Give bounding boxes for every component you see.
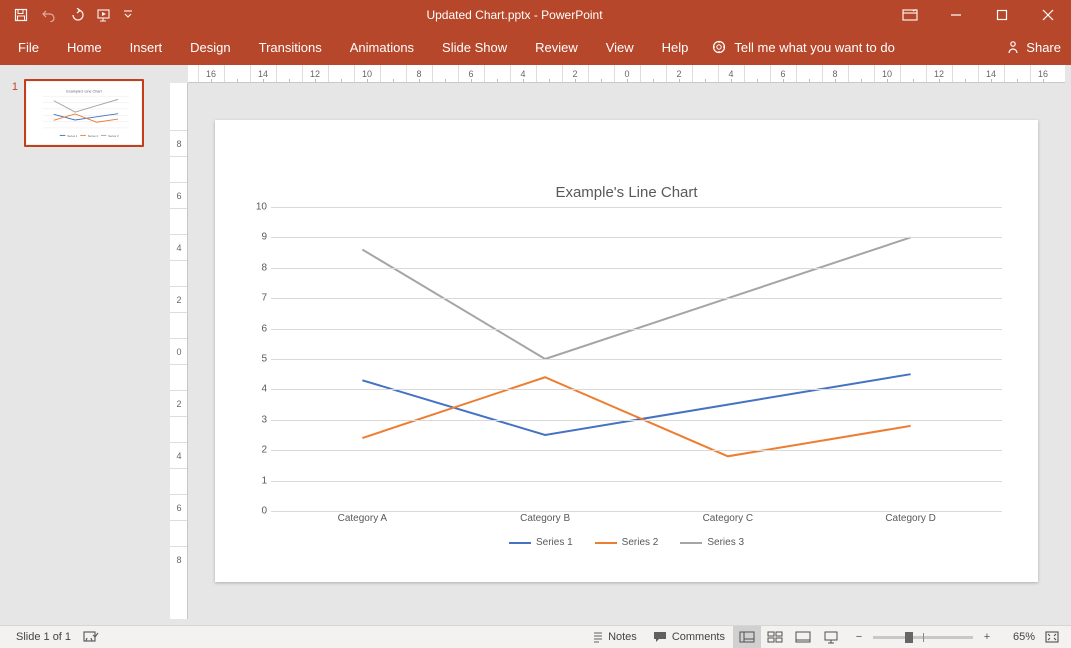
ribbon-tab-insert[interactable]: Insert xyxy=(116,29,177,65)
fit-to-window-button[interactable] xyxy=(1041,626,1063,648)
ribbon-tab-file[interactable]: File xyxy=(4,29,53,65)
svg-text:Example's Line Chart: Example's Line Chart xyxy=(66,89,101,93)
maximize-button[interactable] xyxy=(979,0,1025,29)
customize-qat-button[interactable] xyxy=(120,3,136,27)
legend-item: Series 1 xyxy=(509,537,573,548)
start-from-beginning-button[interactable] xyxy=(92,3,118,27)
y-tick-label: 4 xyxy=(261,384,267,395)
notes-button[interactable]: Notes xyxy=(585,626,645,648)
ribbon-tab-view[interactable]: View xyxy=(592,29,648,65)
thumbnail-number: 1 xyxy=(8,79,18,147)
ribbon-tab-animations[interactable]: Animations xyxy=(336,29,428,65)
comments-button[interactable]: Comments xyxy=(645,626,733,648)
svg-text:Series 3: Series 3 xyxy=(108,134,119,138)
legend-label: Series 1 xyxy=(536,537,573,548)
x-tick-label: Category B xyxy=(454,511,637,533)
legend-swatch xyxy=(509,542,531,544)
workspace: 1 Example's Line ChartSeries 1Series 2Se… xyxy=(0,65,1071,625)
x-tick-label: Category D xyxy=(819,511,1002,533)
svg-text:Series 1: Series 1 xyxy=(67,134,78,138)
y-tick-label: 1 xyxy=(261,475,267,486)
normal-view-button[interactable] xyxy=(733,626,761,648)
status-bar: Slide 1 of 1 Notes Comments − + 65% xyxy=(0,625,1071,648)
vertical-ruler: 864202468 xyxy=(170,83,188,619)
minimize-button[interactable] xyxy=(933,0,979,29)
save-button[interactable] xyxy=(8,3,34,27)
ribbon-tab-home[interactable]: Home xyxy=(53,29,116,65)
legend-label: Series 3 xyxy=(707,537,744,548)
zoom-out-button[interactable]: − xyxy=(851,631,867,643)
undo-button[interactable] xyxy=(36,3,62,27)
legend-swatch xyxy=(595,542,617,544)
legend-item: Series 2 xyxy=(595,537,659,548)
close-button[interactable] xyxy=(1025,0,1071,29)
y-tick-label: 5 xyxy=(261,354,267,365)
ribbon-tab-design[interactable]: Design xyxy=(176,29,244,65)
ribbon-tab-transitions[interactable]: Transitions xyxy=(245,29,336,65)
chart-title: Example's Line Chart xyxy=(243,184,1010,201)
tell-me-placeholder: Tell me what you want to do xyxy=(734,40,894,55)
zoom-level[interactable]: 65% xyxy=(1001,631,1035,643)
window-title: Updated Chart.pptx - PowerPoint xyxy=(136,8,893,22)
y-tick-label: 8 xyxy=(261,262,267,273)
y-tick-label: 3 xyxy=(261,414,267,425)
title-bar: Updated Chart.pptx - PowerPoint xyxy=(0,0,1071,29)
ribbon-display-options-button[interactable] xyxy=(893,9,927,21)
y-tick-label: 2 xyxy=(261,445,267,456)
svg-text:Series 2: Series 2 xyxy=(88,134,99,138)
slide-canvas-area: 1614121086420246810121416 864202468 Exam… xyxy=(164,65,1071,625)
view-buttons xyxy=(733,626,845,648)
ribbon-tabs: FileHomeInsertDesignTransitionsAnimation… xyxy=(0,29,1071,65)
zoom-track[interactable] xyxy=(873,636,973,639)
window-controls xyxy=(933,0,1071,29)
y-tick-label: 7 xyxy=(261,293,267,304)
y-tick-label: 9 xyxy=(261,232,267,243)
slide-sorter-view-button[interactable] xyxy=(761,626,789,648)
spellcheck-button[interactable] xyxy=(79,626,103,648)
x-tick-label: Category C xyxy=(637,511,820,533)
redo-button[interactable] xyxy=(64,3,90,27)
zoom-slider[interactable]: − + 65% xyxy=(845,631,1041,643)
slide-thumbnail-1[interactable]: Example's Line Chart Series 1 Series 2 Seri… xyxy=(24,79,144,147)
legend-swatch xyxy=(680,542,702,544)
share-button[interactable]: Share xyxy=(1006,29,1061,65)
series-line xyxy=(362,374,910,435)
chart-legend: Series 1 Series 2 Series 3 xyxy=(243,537,1010,548)
slideshow-view-button[interactable] xyxy=(817,626,845,648)
ribbon-tab-review[interactable]: Review xyxy=(521,29,592,65)
slide-counter[interactable]: Slide 1 of 1 xyxy=(8,626,79,648)
y-tick-label: 10 xyxy=(256,202,267,213)
slide-thumbnails-panel[interactable]: 1 Example's Line Chart Series 1 Series 2 Se… xyxy=(0,65,164,625)
tell-me-search[interactable]: Tell me what you want to do xyxy=(702,40,904,55)
reading-view-button[interactable] xyxy=(789,626,817,648)
slide[interactable]: Example's Line Chart 0 1 2 3 4 5 6 7 8 9 10 Catego… xyxy=(215,120,1038,582)
x-tick-label: Category A xyxy=(271,511,454,533)
legend-label: Series 2 xyxy=(622,537,659,548)
y-tick-label: 0 xyxy=(261,506,267,517)
ribbon-tab-slide-show[interactable]: Slide Show xyxy=(428,29,521,65)
ribbon-tab-help[interactable]: Help xyxy=(648,29,703,65)
chart-plot-area: 012345678910 Category ACategory BCategor… xyxy=(243,207,1010,533)
chart-object[interactable]: Example's Line Chart 0 1 2 3 4 5 6 7 8 9 10 Catego… xyxy=(243,184,1010,558)
legend-item: Series 3 xyxy=(680,537,744,548)
zoom-in-button[interactable]: + xyxy=(979,631,995,643)
quick-access-toolbar xyxy=(0,3,136,27)
y-tick-label: 6 xyxy=(261,323,267,334)
horizontal-ruler: 1614121086420246810121416 xyxy=(188,65,1065,83)
